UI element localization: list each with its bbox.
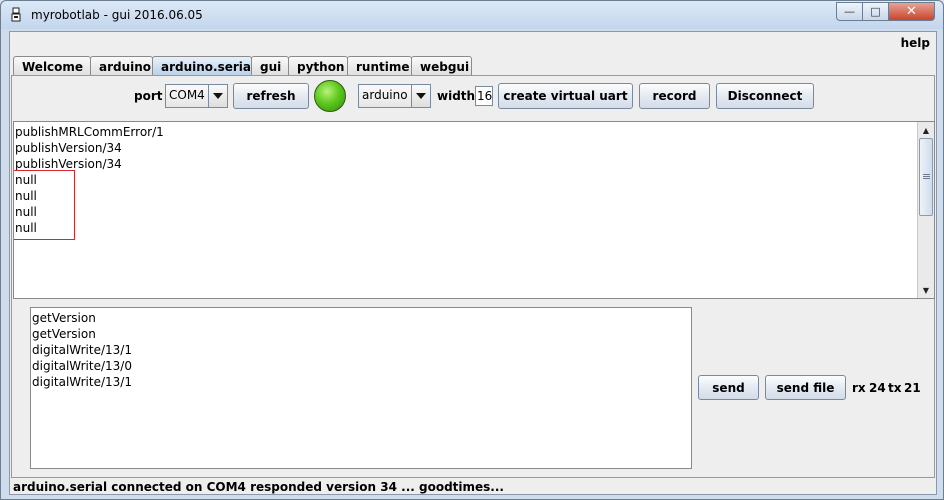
serial-panel: port COM4 refresh arduino width 16 creat… [11,75,935,478]
status-bar: arduino.serial connected on COM4 respond… [13,480,504,494]
rx-line: null [15,189,37,203]
tab-python[interactable]: python [288,56,348,76]
width-field[interactable]: 16 [475,86,493,106]
rx-line: null [15,205,37,219]
port-select[interactable]: COM4 [165,84,228,108]
rx-line: null [15,173,37,187]
close-button[interactable]: ✕ [888,2,935,21]
tab-gui[interactable]: gui [251,56,289,76]
tab-label: arduino.serial [161,59,256,74]
send-button[interactable]: send [698,375,759,400]
tx-line: digitalWrite/13/0 [32,359,132,373]
chevron-down-icon [208,85,227,107]
scroll-up-icon[interactable]: ▲ [918,122,934,138]
rx-lines: publishMRLCommError/1 publishVersion/34 … [14,122,934,236]
scroll-down-icon[interactable]: ▼ [918,282,934,298]
window-title: myrobotlab - gui 2016.06.05 [31,8,203,22]
tab-welcome[interactable]: Welcome [13,56,91,76]
rx-line: publishVersion/34 [15,157,122,171]
tab-runtime[interactable]: runtime [347,56,412,76]
menu-bar: help [10,32,936,54]
maximize-button[interactable]: □ [862,2,889,21]
rx-line: publishMRLCommError/1 [15,125,164,139]
refresh-button[interactable]: refresh [233,83,309,109]
disconnect-button[interactable]: Disconnect [716,83,814,109]
create-virtual-uart-button[interactable]: create virtual uart [498,83,633,109]
connection-status-led [314,80,346,112]
port-value: COM4 [166,85,209,107]
record-button[interactable]: record [639,83,710,109]
close-icon: ✕ [906,4,917,19]
maximize-icon: □ [870,5,881,18]
tx-input-area[interactable]: getVersion getVersion digitalWrite/13/1 … [30,307,692,469]
port-label: port [134,89,163,103]
tab-webgui[interactable]: webgui [411,56,472,76]
tab-label: python [297,59,345,74]
tx-label: tx [888,381,902,395]
tx-line: getVersion [32,311,96,325]
minimize-button[interactable]: — [836,2,863,21]
send-file-button[interactable]: send file [765,375,846,400]
highlight-box [14,170,75,240]
format-value: arduino [359,85,412,107]
format-select[interactable]: arduino [358,84,431,108]
help-menu[interactable]: help [901,36,930,50]
tx-lines: getVersion getVersion digitalWrite/13/1 … [31,308,691,390]
serial-toolbar: port COM4 refresh arduino width 16 creat… [12,76,934,116]
tab-label: arduino [99,59,152,74]
minimize-icon: — [844,5,855,18]
tx-line: digitalWrite/13/1 [32,375,132,389]
tx-line: digitalWrite/13/1 [32,343,132,357]
app-window: myrobotlab - gui 2016.06.05 — □ ✕ help W… [0,0,944,500]
tx-line: getVersion [32,327,96,341]
scroll-thumb[interactable] [919,138,933,216]
rx-count: 24 [869,381,886,395]
tab-label: gui [260,59,282,74]
tab-arduino[interactable]: arduino [90,56,153,76]
title-bar[interactable]: myrobotlab - gui 2016.06.05 — □ ✕ [1,1,943,29]
tab-arduino-serial[interactable]: arduino.serial [152,56,256,76]
tx-count: 21 [904,381,921,395]
tab-label: runtime [356,59,410,74]
rx-line: null [15,221,37,235]
rx-label: rx [852,381,866,395]
rx-scrollbar[interactable]: ▲ ▼ [917,122,934,298]
tab-label: Welcome [22,59,84,74]
client-area: help Welcome arduino arduino.serial gui … [9,31,937,495]
tab-strip: Welcome arduino arduino.serial gui pytho… [13,56,472,76]
chevron-down-icon [411,85,430,107]
tab-label: webgui [420,59,470,74]
robot-icon [11,7,21,22]
rx-line: publishVersion/34 [15,141,122,155]
width-label: width [437,89,476,103]
rx-output-area[interactable]: publishMRLCommError/1 publishVersion/34 … [13,121,935,299]
